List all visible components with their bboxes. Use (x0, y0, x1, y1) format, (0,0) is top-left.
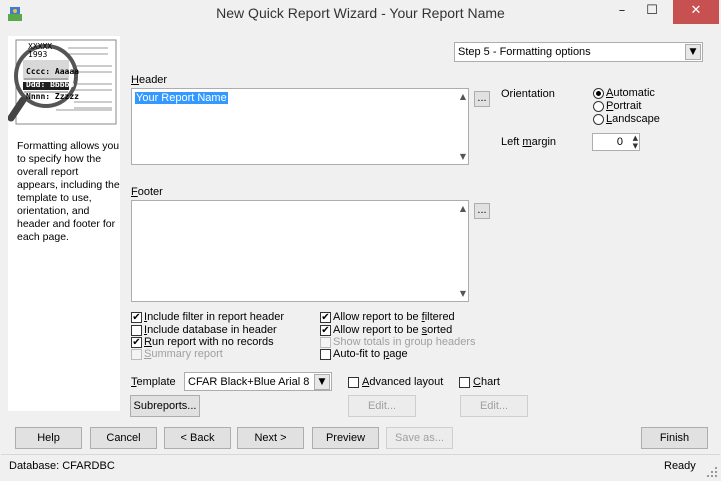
illustration-text-5: Nnnn: Zzzzz (26, 92, 79, 101)
template-label: Template (131, 376, 176, 388)
header-textarea[interactable]: Your Report Name ▲ ▼ (131, 88, 469, 165)
include-database-checkbox[interactable] (131, 325, 142, 336)
auto-fit-checkbox[interactable] (320, 349, 331, 360)
footer-textarea[interactable]: ▲ ▼ (131, 200, 469, 302)
show-totals-label: Show totals in group headers (333, 336, 476, 348)
allow-filtered-checkbox[interactable]: ✔ (320, 312, 331, 323)
orientation-portrait-label: Portrait (606, 100, 642, 112)
advanced-layout-checkbox[interactable] (348, 377, 359, 388)
illustration-text-2: 1993 (28, 50, 48, 59)
auto-fit-label: Auto-fit to page (333, 348, 408, 360)
run-no-records-checkbox[interactable]: ✔ (131, 337, 142, 348)
run-no-records-label: Run report with no records (144, 336, 274, 348)
status-bar: Database: CFARDBC Ready (1, 454, 720, 481)
edit-advanced-layout-button[interactable]: Edit... (348, 395, 416, 417)
edit-chart-button[interactable]: Edit... (460, 395, 528, 417)
scroll-up-icon[interactable]: ▲ (460, 204, 466, 213)
left-margin-label: Left margin (501, 136, 557, 148)
preview-button[interactable]: Preview (312, 427, 379, 449)
include-filter-checkbox[interactable]: ✔ (131, 312, 142, 323)
show-totals-checkbox (320, 337, 331, 348)
scroll-down-icon[interactable]: ▼ (460, 289, 466, 298)
header-label: Header (131, 74, 168, 86)
illustration-text-4: Ddd: Bbbbb (26, 80, 75, 89)
help-button[interactable]: Help (15, 427, 82, 449)
cancel-button[interactable]: Cancel (90, 427, 157, 449)
close-button[interactable]: ✕ (673, 0, 719, 24)
title-bar: New Quick Report Wizard - Your Report Na… (0, 0, 721, 28)
left-margin-spinner[interactable]: 0 ▲ ▼ (592, 133, 640, 151)
orientation-landscape-label: Landscape (606, 113, 660, 125)
footer-label: Footer (131, 186, 163, 198)
preview-button-label: Preview (325, 432, 366, 444)
chart-checkbox[interactable] (459, 377, 470, 388)
save-as-button[interactable]: Save as... (386, 427, 453, 449)
template-select[interactable]: CFAR Black+Blue Arial 8 ▼ (184, 372, 332, 391)
include-database-label: Include database in header (144, 324, 277, 336)
left-margin-value: 0 (616, 136, 623, 148)
spin-down-icon[interactable]: ▼ (633, 142, 638, 150)
orientation-landscape-radio[interactable] (593, 114, 604, 125)
maximize-button[interactable]: ☐ (637, 0, 667, 24)
step-select-value: Step 5 - Formatting options (458, 46, 591, 58)
orientation-portrait-radio[interactable] (593, 101, 604, 112)
chevron-down-icon[interactable]: ▼ (685, 44, 701, 60)
advanced-layout-label: Advanced layout (362, 376, 444, 388)
allow-sorted-label: Allow report to be sorted (333, 324, 453, 336)
finish-button[interactable]: Finish (641, 427, 708, 449)
allow-sorted-checkbox[interactable]: ✔ (320, 325, 331, 336)
footer-edit-button[interactable]: ... (474, 203, 490, 219)
step-description: Formatting allows you to specify how the… (17, 140, 120, 243)
header-edit-button[interactable]: ... (474, 91, 490, 107)
orientation-automatic-label: Automatic (606, 87, 655, 99)
status-database: Database: CFARDBC (9, 460, 115, 472)
chevron-down-icon[interactable]: ▼ (314, 374, 330, 390)
illustration-text-3: Cccc: Aaaaa (26, 67, 79, 76)
include-filter-label: Include filter in report header (144, 311, 285, 323)
minimize-button[interactable]: – (607, 0, 637, 24)
back-button[interactable]: < Back (164, 427, 231, 449)
chart-label: Chart (473, 376, 500, 388)
next-button[interactable]: Next > (237, 427, 304, 449)
header-text-value: Your Report Name (135, 92, 228, 104)
status-ready: Ready (664, 460, 696, 472)
scroll-up-icon[interactable]: ▲ (460, 92, 466, 101)
resize-grip-icon[interactable] (707, 467, 718, 478)
allow-filtered-label: Allow report to be filtered (333, 311, 455, 323)
scroll-down-icon[interactable]: ▼ (460, 152, 466, 161)
summary-report-label: Summary report (144, 348, 223, 360)
subreports-button[interactable]: Subreports... (130, 395, 200, 417)
spin-up-icon[interactable]: ▲ (633, 134, 638, 142)
summary-report-checkbox (131, 349, 142, 360)
step-select[interactable]: Step 5 - Formatting options ▼ (454, 42, 703, 62)
orientation-label: Orientation (501, 88, 555, 100)
template-select-value: CFAR Black+Blue Arial 8 (188, 376, 310, 388)
orientation-automatic-radio[interactable] (593, 88, 604, 99)
